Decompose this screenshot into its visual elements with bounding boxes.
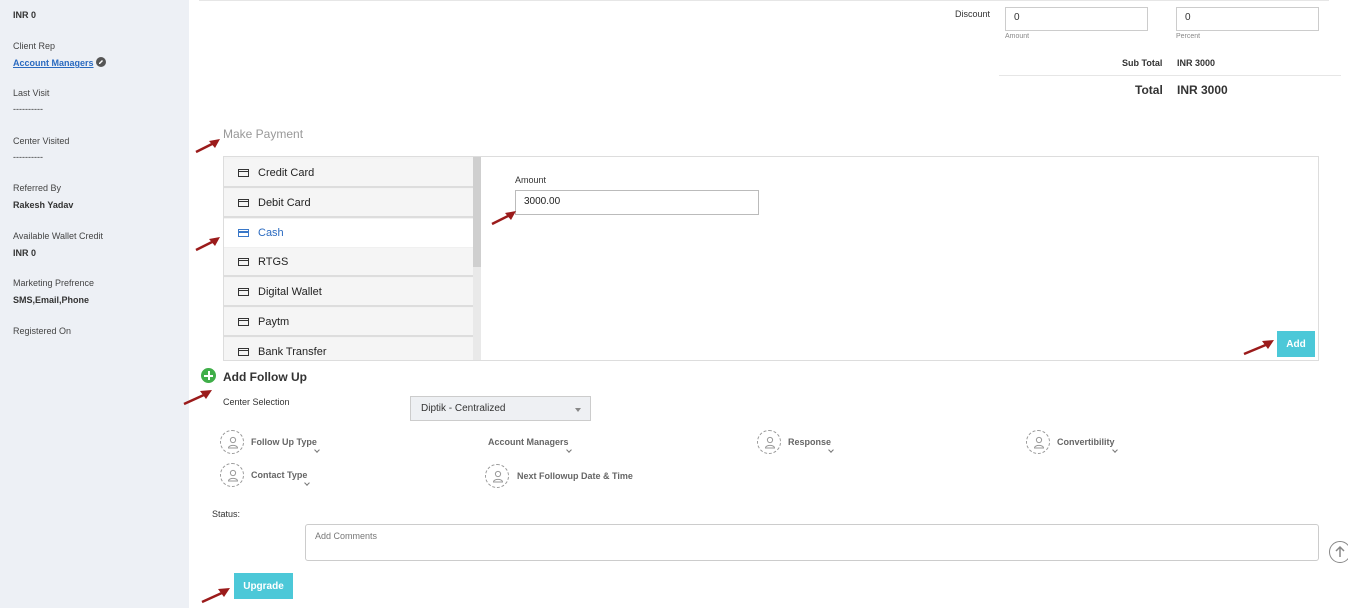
- payment-method-label: Paytm: [258, 315, 290, 328]
- payment-panel: Credit Card Debit Card Cash RTGS Digital…: [223, 156, 1319, 361]
- upgrade-button[interactable]: Upgrade: [234, 573, 293, 599]
- referred-by-label: Referred By: [13, 183, 62, 193]
- annotation-arrow: [183, 390, 212, 406]
- contact-type-field[interactable]: Contact Type: [251, 470, 311, 486]
- method-list-scrollbar-thumb[interactable]: [473, 157, 481, 267]
- add-follow-up-icon[interactable]: [201, 368, 216, 383]
- amount-input[interactable]: 3000.00: [515, 190, 759, 215]
- user-icon: [1026, 430, 1050, 454]
- contact-type-label: Contact Type: [251, 470, 308, 480]
- make-payment-title: Make Payment: [223, 127, 304, 141]
- client-rep-label: Client Rep: [13, 41, 56, 51]
- response-label: Response: [788, 437, 832, 447]
- next-followup-datetime-field[interactable]: Next Followup Date & Time: [517, 471, 633, 481]
- user-icon: [220, 463, 244, 487]
- chevron-down-icon: [314, 447, 320, 453]
- card-icon: [238, 257, 249, 266]
- marketing-preference-label: Marketing Prefrence: [13, 278, 95, 288]
- payment-method-label: Credit Card: [258, 166, 315, 179]
- total-value: INR 3000: [1177, 83, 1228, 97]
- annotation-arrow: [491, 211, 516, 226]
- last-visit-value: ----------: [13, 104, 43, 114]
- center-visited-label: Center Visited: [13, 136, 70, 146]
- annotation-arrow: [195, 237, 220, 252]
- payment-method-label: Debit Card: [258, 196, 311, 209]
- chevron-down-icon: [565, 447, 572, 453]
- account-managers-label: Account Managers: [488, 437, 569, 447]
- caret-down-icon: [575, 408, 581, 412]
- status-label: Status:: [212, 509, 241, 519]
- card-icon: [238, 198, 249, 207]
- add-payment-button[interactable]: Add: [1277, 331, 1315, 357]
- referred-by-value: Rakesh Yadav: [13, 200, 74, 210]
- account-managers-link[interactable]: Account Managers: [13, 58, 94, 68]
- card-icon: [238, 347, 249, 356]
- card-icon: [238, 229, 249, 237]
- center-selection-dropdown[interactable]: Diptik - Centralized: [410, 396, 591, 421]
- main-content: Discount 0 Amount 0 Percent Sub Total IN…: [189, 0, 1348, 608]
- follow-up-type-label: Follow Up Type: [251, 437, 317, 447]
- response-field[interactable]: Response: [788, 437, 834, 453]
- payment-method-label: Bank Transfer: [258, 345, 327, 358]
- subtotal-label: Sub Total: [1122, 58, 1163, 68]
- discount-percent-input[interactable]: 0: [1176, 7, 1319, 31]
- discount-amount-sublabel: Amount: [1005, 33, 1030, 40]
- chevron-down-icon: [828, 447, 834, 453]
- card-icon: [238, 168, 249, 177]
- edit-icon[interactable]: [96, 57, 106, 67]
- discount-percent-sublabel: Percent: [1176, 33, 1201, 40]
- next-followup-label: Next Followup Date & Time: [517, 471, 633, 481]
- user-icon: [757, 430, 781, 454]
- scroll-to-top-icon[interactable]: [1329, 541, 1348, 563]
- chevron-down-icon: [1111, 447, 1118, 453]
- payment-method-cash[interactable]: Cash: [224, 219, 473, 248]
- divider: [199, 0, 1329, 1]
- payment-method-bank-transfer[interactable]: Bank Transfer: [224, 338, 473, 360]
- payment-method-digital-wallet[interactable]: Digital Wallet: [224, 278, 473, 307]
- payment-method-label: Digital Wallet: [258, 285, 322, 298]
- center-visited-value: ----------: [13, 152, 43, 162]
- payment-method-paytm[interactable]: Paytm: [224, 308, 473, 337]
- last-visit-label: Last Visit: [13, 88, 50, 98]
- follow-up-type-field[interactable]: Follow Up Type: [251, 437, 320, 453]
- wallet-credit-label: Available Wallet Credit: [13, 231, 104, 241]
- payment-method-rtgs[interactable]: RTGS: [224, 248, 473, 277]
- registered-on-label: Registered On: [13, 326, 72, 336]
- chevron-down-icon: [304, 480, 311, 486]
- total-label: Total: [1135, 83, 1163, 97]
- divider: [999, 75, 1341, 76]
- payment-method-list: Credit Card Debit Card Cash RTGS Digital…: [224, 157, 473, 360]
- card-icon: [238, 287, 249, 296]
- user-icon: [220, 430, 244, 454]
- discount-label: Discount: [955, 9, 991, 19]
- comments-textarea[interactable]: Add Comments: [305, 524, 1319, 561]
- client-info-sidebar: INR 0 Client Rep Account Managers Last V…: [0, 0, 189, 608]
- annotation-arrow: [1243, 340, 1274, 356]
- payment-method-debit-card[interactable]: Debit Card: [224, 189, 473, 218]
- convertibility-label: Convertibility: [1057, 437, 1115, 447]
- discount-amount-input[interactable]: 0: [1005, 7, 1148, 31]
- payment-method-label: RTGS: [258, 255, 289, 268]
- card-icon: [238, 317, 249, 326]
- user-icon: [485, 464, 509, 488]
- center-selection-label: Center Selection: [223, 397, 290, 407]
- balance-due-value: INR 0: [13, 10, 37, 20]
- annotation-arrow: [195, 139, 220, 154]
- account-managers-field[interactable]: Account Managers: [488, 437, 572, 453]
- subtotal-value: INR 3000: [1177, 58, 1216, 68]
- add-follow-up-title: Add Follow Up: [223, 370, 307, 384]
- convertibility-field[interactable]: Convertibility: [1057, 437, 1118, 453]
- amount-label: Amount: [515, 175, 547, 185]
- center-selection-value: Diptik - Centralized: [421, 403, 506, 414]
- wallet-credit-value: INR 0: [13, 248, 37, 258]
- annotation-arrow: [201, 588, 230, 604]
- payment-method-credit-card[interactable]: Credit Card: [224, 159, 473, 188]
- payment-method-label: Cash: [258, 227, 284, 239]
- marketing-preference-value: SMS,Email,Phone: [13, 295, 90, 305]
